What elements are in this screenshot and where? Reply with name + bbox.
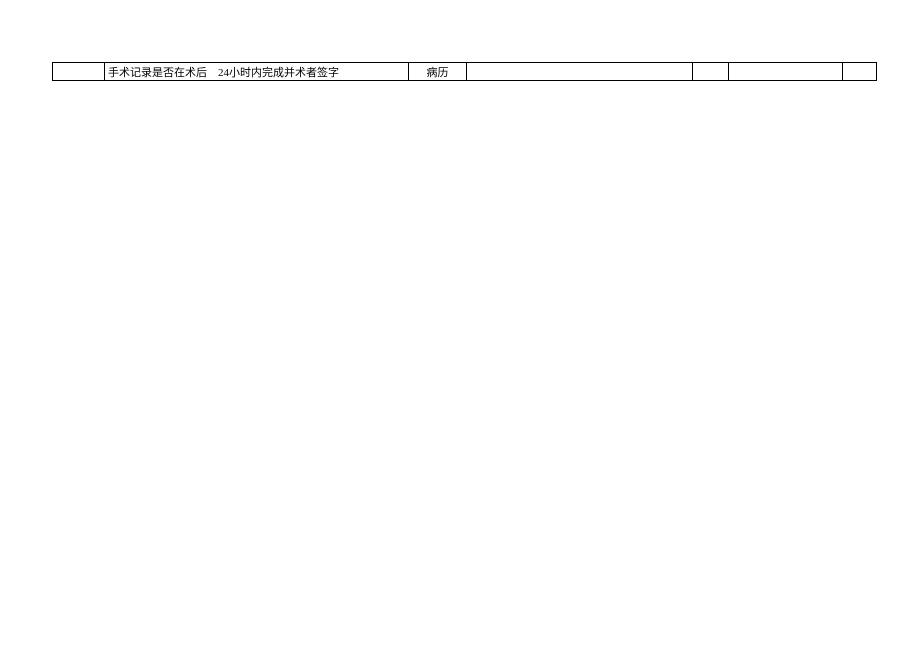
- cell-2-text-a: 手术记录是否在术后: [108, 67, 207, 79]
- cell-3-text: 病历: [427, 67, 449, 79]
- cell-2-text-b: 24小时内完成并术者签字: [218, 67, 339, 79]
- table-container: 手术记录是否在术后 24小时内完成并术者签字 病历: [52, 62, 876, 81]
- cell-2: 手术记录是否在术后 24小时内完成并术者签字: [105, 63, 409, 81]
- cell-4: [467, 63, 693, 81]
- cell-7: [843, 63, 877, 81]
- data-table: 手术记录是否在术后 24小时内完成并术者签字 病历: [52, 62, 877, 81]
- cell-3: 病历: [409, 63, 467, 81]
- cell-5: [693, 63, 729, 81]
- cell-1: [53, 63, 105, 81]
- table-row: 手术记录是否在术后 24小时内完成并术者签字 病历: [53, 63, 877, 81]
- cell-6: [729, 63, 843, 81]
